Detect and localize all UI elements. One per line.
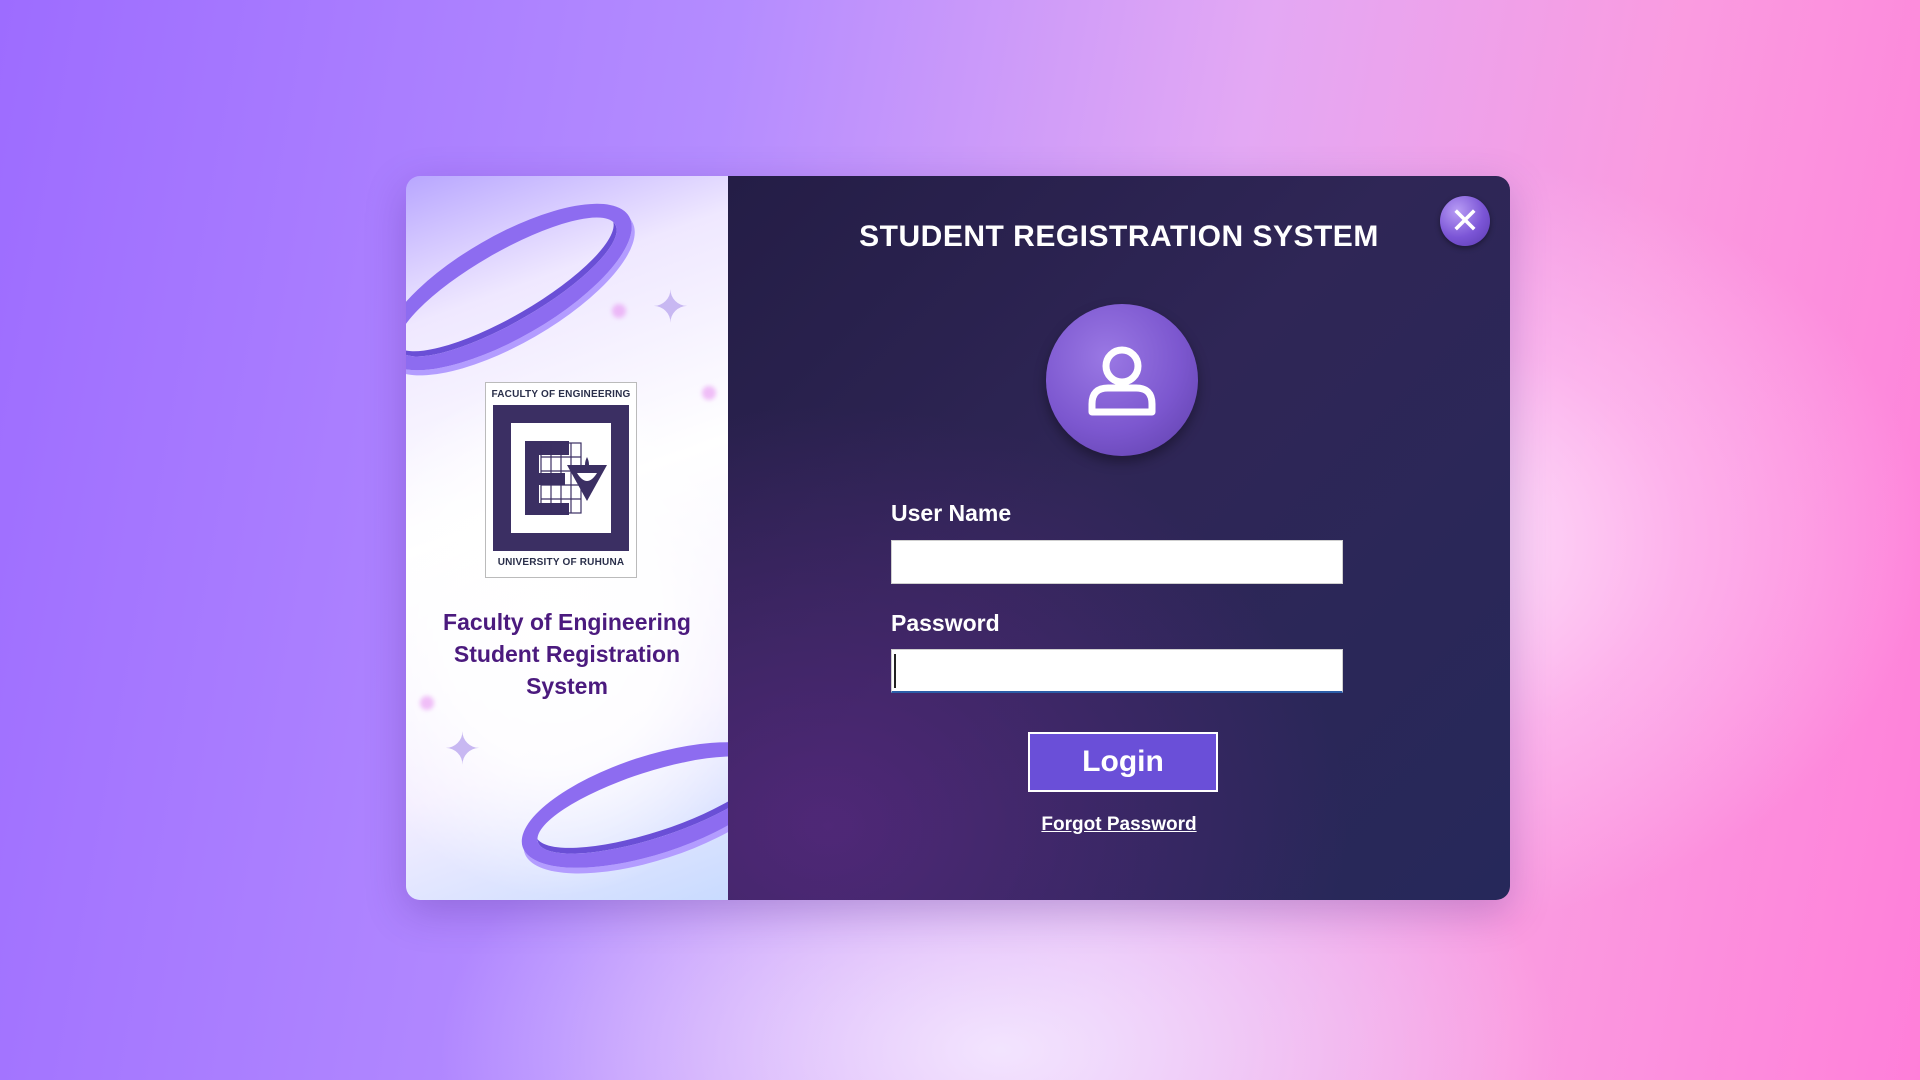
page-title: STUDENT REGISTRATION SYSTEM: [859, 220, 1379, 253]
decorative-ring-top: [406, 176, 655, 402]
sparkle-icon: ✦: [444, 725, 481, 774]
username-label: User Name: [891, 500, 1012, 526]
branding-title-line: System: [526, 673, 608, 699]
sparkle-icon: ✦: [652, 283, 689, 332]
password-label: Password: [891, 610, 1000, 636]
branding-title-line: Student Registration: [453, 641, 681, 667]
engineering-emblem-icon: [525, 441, 607, 515]
branding-title-line: Faculty of Engineering: [443, 609, 691, 635]
forgot-password-link[interactable]: Forgot Password: [728, 814, 1510, 836]
decorative-dot: [612, 304, 626, 318]
decorative-dot: [702, 386, 716, 400]
login-button[interactable]: Login: [1028, 732, 1218, 792]
decorative-ring-bottom: [507, 716, 728, 894]
logo-emblem: [493, 405, 629, 551]
password-input[interactable]: [891, 649, 1343, 693]
logo-bottom-text: UNIVERSITY OF RUHUNA: [497, 557, 625, 568]
faculty-logo: FACULTY OF ENGINEERING UNIVERSITY OF RUH…: [485, 382, 637, 578]
login-panel: ✕ STUDENT REGISTRATION SYSTEM User Name …: [728, 176, 1510, 900]
username-input[interactable]: [891, 540, 1343, 584]
text-caret: [894, 654, 896, 688]
avatar: [1046, 304, 1198, 456]
login-dialog: ✦ ✦ FACULTY OF ENGINEERING UNIVERSITY OF…: [406, 176, 1510, 900]
logo-top-text: FACULTY OF ENGINEERING: [491, 389, 631, 400]
user-icon: [1088, 346, 1156, 416]
branding-title: Faculty of Engineering Student Registrat…: [426, 606, 708, 702]
branding-panel: ✦ ✦ FACULTY OF ENGINEERING UNIVERSITY OF…: [406, 176, 728, 900]
